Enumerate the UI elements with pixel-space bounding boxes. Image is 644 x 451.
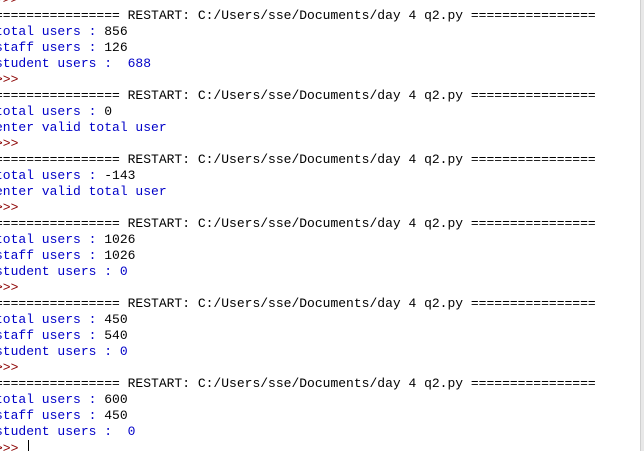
user-input-value: 688 [127, 56, 152, 71]
output-line: total users : 600 [0, 392, 596, 408]
restart-banner: ================ RESTART: C:/Users/sse/D… [0, 152, 596, 167]
output-line: student users : 688 [0, 56, 596, 72]
python-shell-window[interactable]: >>>================ RESTART: C:/Users/ss… [0, 0, 644, 451]
user-input-value: 0 [127, 424, 136, 439]
output-line: student users : 0 [0, 344, 596, 360]
output-line: total users : 856 [0, 24, 596, 40]
output-message: enter valid total user [0, 184, 167, 199]
user-input-value: 1026 [104, 248, 136, 263]
output-line: staff users : 450 [0, 408, 596, 424]
user-input-value: 600 [104, 392, 128, 407]
restart-banner: ================ RESTART: C:/Users/sse/D… [0, 296, 596, 311]
restart-banner: ================ RESTART: C:/Users/sse/D… [0, 376, 596, 391]
shell-prompt: >>> [0, 136, 19, 151]
output-label: total users : [0, 232, 105, 247]
output-message: enter valid total user [0, 120, 167, 135]
text-cursor [28, 440, 30, 451]
shell-prompt: >>> [0, 0, 596, 8]
output-label: total users : [0, 24, 105, 39]
shell-output[interactable]: >>>================ RESTART: C:/Users/ss… [0, 0, 596, 451]
output-label: total users : [0, 104, 105, 119]
output-label: staff users : [0, 408, 105, 423]
restart-banner: ================ RESTART: C:/Users/sse/D… [0, 216, 596, 231]
output-line: total users : 450 [0, 312, 596, 328]
user-input-value: 540 [104, 328, 128, 343]
user-input-value: 856 [104, 24, 128, 39]
output-line: student users : 0 [0, 264, 596, 280]
output-label: student users : [0, 56, 128, 71]
output-label: staff users : [0, 328, 105, 343]
shell-prompt: >>> [0, 441, 19, 451]
user-input-value: -143 [104, 168, 136, 183]
shell-prompt: >>> [0, 360, 19, 375]
shell-prompt: >>> [0, 280, 19, 295]
output-label: student users : [0, 424, 128, 439]
output-label: staff users : [0, 40, 105, 55]
output-line: total users : 1026 [0, 232, 596, 248]
output-line: total users : -143 [0, 168, 596, 184]
vertical-scrollbar[interactable] [640, 0, 644, 451]
output-line: total users : 0 [0, 104, 596, 120]
user-input-value: 450 [104, 408, 128, 423]
restart-banner: ================ RESTART: C:/Users/sse/D… [0, 88, 596, 103]
output-line: staff users : 126 [0, 40, 596, 56]
user-input-value: 0 [119, 264, 128, 279]
shell-prompt: >>> [0, 200, 19, 215]
output-label: total users : [0, 168, 105, 183]
output-label: student users : [0, 344, 120, 359]
output-label: total users : [0, 392, 105, 407]
output-line: staff users : 1026 [0, 248, 596, 264]
output-line: student users : 0 [0, 424, 596, 440]
user-input-value: 1026 [104, 232, 136, 247]
restart-banner: ================ RESTART: C:/Users/sse/D… [0, 8, 596, 23]
user-input-value: 126 [104, 40, 128, 55]
output-label: student users : [0, 264, 120, 279]
active-input-line[interactable]: >>> [0, 440, 596, 451]
user-input-value: 450 [104, 312, 128, 327]
user-input-value: 0 [119, 344, 128, 359]
shell-prompt: >>> [0, 72, 19, 87]
output-label: staff users : [0, 248, 105, 263]
output-label: total users : [0, 312, 105, 327]
output-line: staff users : 540 [0, 328, 596, 344]
user-input-value: 0 [104, 104, 113, 119]
